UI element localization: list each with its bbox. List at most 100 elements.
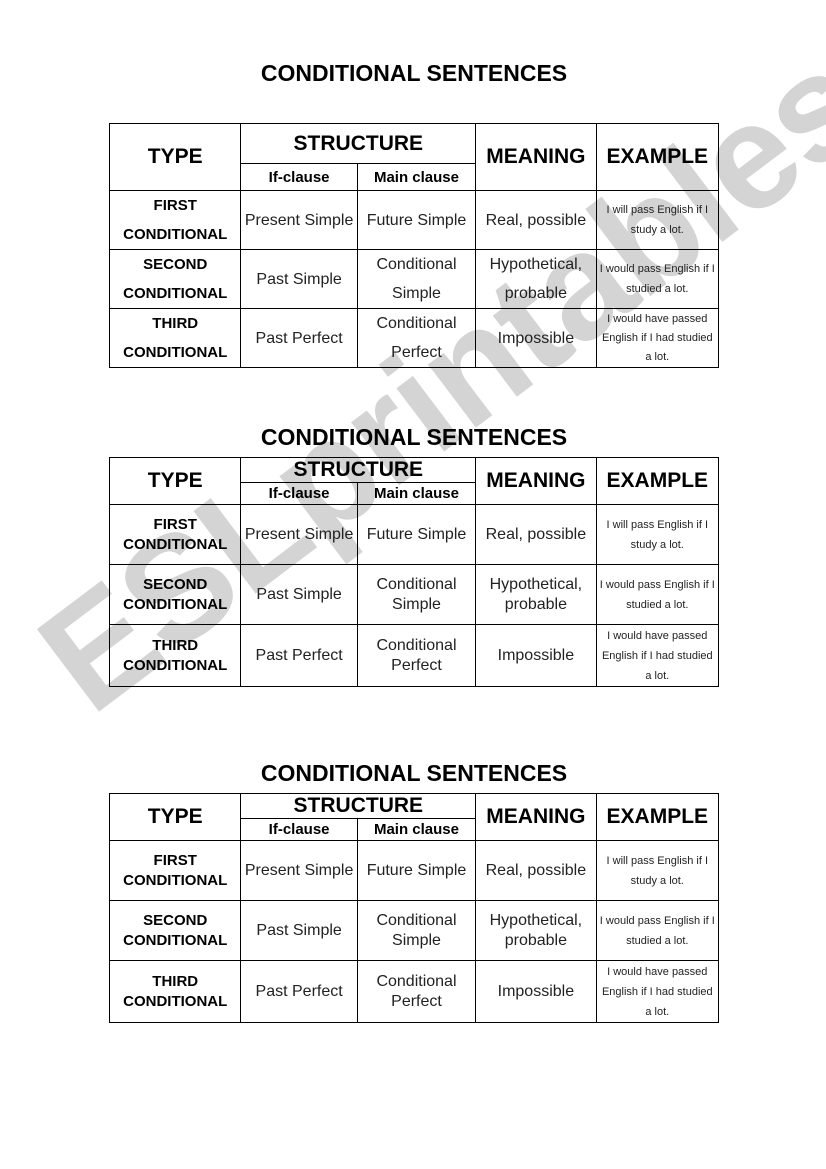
header-type: TYPE [108,457,242,505]
example-cell: I would pass English if I studied a lot. [595,249,720,309]
header-row: TYPE STRUCTURE MEANING EXAMPLE [108,793,720,841]
type-label-line1: FIRST [153,851,197,869]
if-clause-cell: Present Simple [240,190,358,250]
table-row: SECOND CONDITIONAL Past Simple Conditional … [108,249,720,309]
example-cell: I will pass English if I study a lot. [595,504,720,565]
type-cell: SECOND CONDITIONAL [108,900,242,961]
main-clause-cell: Conditional Simple [356,249,477,309]
header-type: TYPE [108,793,242,841]
conditional-section: CONDITIONAL SENTENCES TYPE STRUCTURE MEA… [108,424,720,687]
header-row: TYPE STRUCTURE MEANING EXAMPLE [108,457,720,505]
table-row: THIRD CONDITIONAL Past Perfect Conditional … [108,308,720,368]
header-type: TYPE [108,123,242,191]
example-cell: I would pass English if I studied a lot. [595,900,720,961]
type-label-line2: CONDITIONAL [123,535,228,553]
example-cell: I would have passed English if I had stu… [595,624,720,687]
type-cell: THIRD CONDITIONAL [108,624,242,687]
meaning-cell: Real, possible [475,190,597,250]
table-row: FIRST CONDITIONAL Present Simple Future Sim… [108,504,720,565]
if-clause-cell: Past Simple [240,900,358,961]
header-row: TYPE STRUCTURE MEANING EXAMPLE [108,123,720,191]
header-if-clause: If-clause [240,482,358,505]
header-example: EXAMPLE [595,793,720,841]
main-clause-cell: Conditional Simple [356,564,477,625]
table-row: FIRST CONDITIONAL Present Simple Future Sim… [108,190,720,250]
type-label-line1: SECOND [143,575,208,593]
main-clause-cell: Conditional Perfect [356,960,477,1023]
conditionals-table: TYPE STRUCTURE MEANING EXAMPLE If-clause… [108,123,720,368]
main-clause-cell: Future Simple [356,840,477,901]
example-cell: I would pass English if I studied a lot. [595,564,720,625]
if-clause-cell: Past Simple [240,249,358,309]
type-cell: SECOND CONDITIONAL [108,249,242,309]
type-label-line1: THIRD [152,636,199,654]
meaning-cell: Impossible [475,624,597,687]
main-clause-cell: Conditional Perfect [356,624,477,687]
header-main-clause: Main clause [356,482,477,505]
header-structure: STRUCTURE [240,457,477,483]
type-label-line2: CONDITIONAL [123,931,228,949]
type-label-line1: SECOND [143,911,208,929]
type-label-line2: CONDITIONAL [123,656,228,674]
type-label-line1: SECOND [143,256,208,273]
section-title: CONDITIONAL SENTENCES [260,760,568,786]
type-cell: FIRST CONDITIONAL [108,190,242,250]
type-label-line2: CONDITIONAL [123,992,228,1010]
if-clause-cell: Past Simple [240,564,358,625]
type-cell: THIRD CONDITIONAL [108,308,242,368]
header-meaning: MEANING [475,457,597,505]
meaning-cell: Real, possible [475,504,597,565]
type-label-line2: CONDITIONAL [123,285,228,302]
if-clause-cell: Past Perfect [240,960,358,1023]
type-label-line1: FIRST [153,197,197,214]
meaning-cell: Hypothetical, probable [475,249,597,309]
conditionals-table: TYPE STRUCTURE MEANING EXAMPLE If-clause… [108,457,720,687]
type-cell: THIRD CONDITIONAL [108,960,242,1023]
main-clause-cell: Conditional Simple [356,900,477,961]
type-label-line2: CONDITIONAL [123,344,228,361]
example-cell: I would have passed English if I had stu… [595,960,720,1023]
type-cell: SECOND CONDITIONAL [108,564,242,625]
main-clause-cell: Conditional Perfect [356,308,477,368]
type-label-line1: THIRD [152,972,199,990]
type-label-line2: CONDITIONAL [123,226,228,243]
header-structure: STRUCTURE [240,123,477,164]
table-row: THIRD CONDITIONAL Past Perfect Conditional … [108,960,720,1023]
if-clause-cell: Present Simple [240,840,358,901]
header-example: EXAMPLE [595,457,720,505]
conditional-section: CONDITIONAL SENTENCES TYPE STRUCTURE MEA… [108,60,720,368]
type-cell: FIRST CONDITIONAL [108,504,242,565]
type-label-line1: FIRST [153,515,197,533]
type-cell: FIRST CONDITIONAL [108,840,242,901]
conditional-section: CONDITIONAL SENTENCES TYPE STRUCTURE MEA… [108,760,720,1023]
header-main-clause: Main clause [356,163,477,191]
example-cell: I will pass English if I study a lot. [595,840,720,901]
meaning-cell: Hypothetical, probable [475,564,597,625]
section-title: CONDITIONAL SENTENCES [260,60,568,86]
header-if-clause: If-clause [240,818,358,841]
table-row: FIRST CONDITIONAL Present Simple Future Sim… [108,840,720,901]
header-main-clause: Main clause [356,818,477,841]
type-label-line2: CONDITIONAL [123,871,228,889]
header-meaning: MEANING [475,793,597,841]
if-clause-cell: Present Simple [240,504,358,565]
table-row: SECOND CONDITIONAL Past Simple Conditional … [108,564,720,625]
header-meaning: MEANING [475,123,597,191]
table-row: SECOND CONDITIONAL Past Simple Conditional … [108,900,720,961]
header-example: EXAMPLE [595,123,720,191]
meaning-cell: Real, possible [475,840,597,901]
meaning-cell: Impossible [475,308,597,368]
meaning-cell: Hypothetical, probable [475,900,597,961]
header-if-clause: If-clause [240,163,358,191]
section-title: CONDITIONAL SENTENCES [260,424,568,450]
conditionals-table: TYPE STRUCTURE MEANING EXAMPLE If-clause… [108,793,720,1023]
if-clause-cell: Past Perfect [240,624,358,687]
type-label-line1: THIRD [152,315,199,332]
if-clause-cell: Past Perfect [240,308,358,368]
main-clause-cell: Future Simple [356,190,477,250]
type-label-line2: CONDITIONAL [123,595,228,613]
example-cell: I would have passed English if I had stu… [595,308,720,368]
table-row: THIRD CONDITIONAL Past Perfect Conditional … [108,624,720,687]
meaning-cell: Impossible [475,960,597,1023]
header-structure: STRUCTURE [240,793,477,819]
